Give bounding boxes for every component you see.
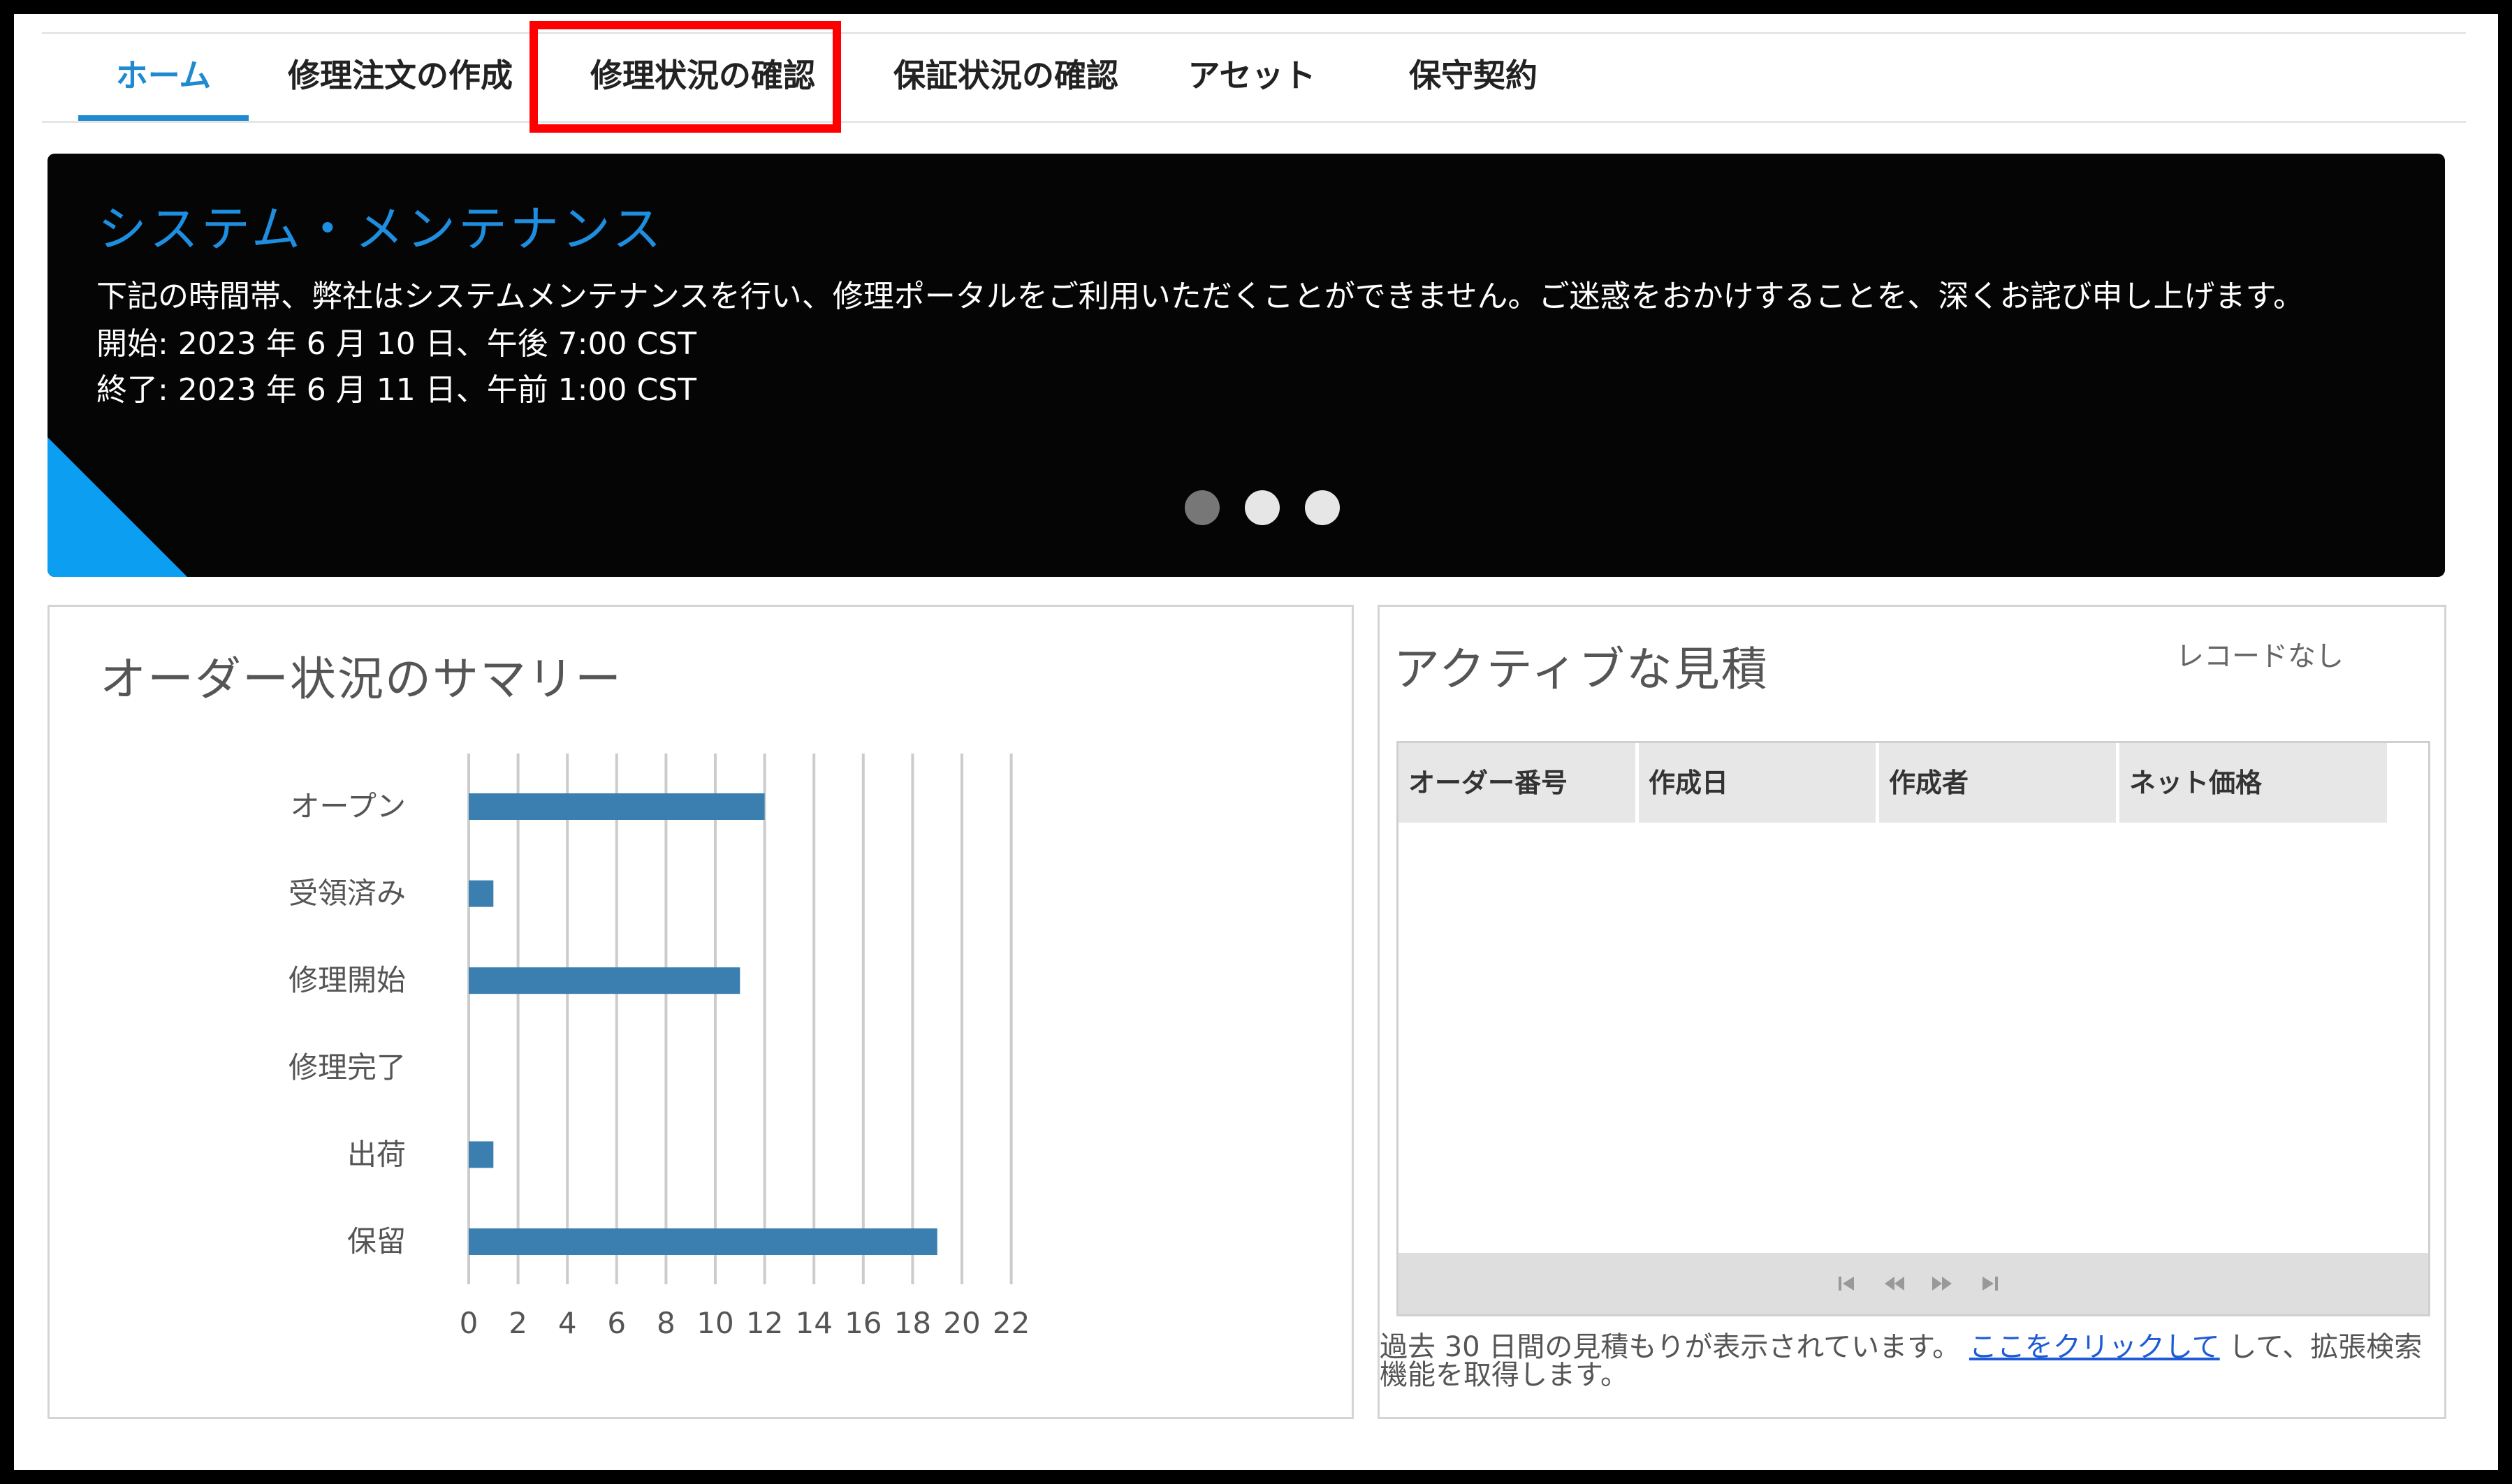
- table-pager: [1399, 1253, 2428, 1314]
- banner-message: 下記の時間帯、弊社はシステムメンテナンスを行い、修理ポータルをご利用いただくこと…: [96, 279, 2305, 314]
- category-label: 受領済み: [289, 876, 406, 911]
- tick-label: 22: [993, 1306, 1030, 1340]
- tick-label: 12: [746, 1306, 783, 1340]
- tab-highlight-box: [530, 21, 841, 133]
- tab-label: ホーム: [115, 57, 212, 94]
- tab-home[interactable]: ホーム: [78, 34, 249, 121]
- last-page-icon[interactable]: [1976, 1270, 2003, 1298]
- order-summary-panel: オーダー状況のサマリー オープン 受領済み 修理開始 修理完了 出荷 保留 0 2 4 6 8 10 1…: [48, 605, 1354, 1419]
- carousel-dot[interactable]: [1245, 490, 1280, 525]
- quotes-table: オーダー番号 作成日 作成者 ネット価格: [1396, 741, 2430, 1316]
- carousel-dot[interactable]: [1305, 490, 1340, 525]
- page-frame: ホーム 修理注文の作成 修理状況の確認 保証状況の確認 アセット 保守契約 シス…: [14, 14, 2498, 1470]
- tab-label: 保守契約: [1409, 57, 1538, 94]
- banner-title: システム・メンテナンス: [98, 200, 664, 258]
- category-label: オープン: [291, 789, 406, 823]
- category-label: 出荷: [347, 1137, 406, 1171]
- no-records-label: レコードなし: [2176, 640, 2344, 673]
- active-quotes-panel: アクティブな見積 レコードなし オーダー番号 作成日 作成者 ネット価格 過去 …: [1378, 605, 2446, 1419]
- tab-create-repair-order[interactable]: 修理注文の作成: [278, 34, 523, 121]
- bar[interactable]: [469, 1141, 494, 1168]
- expanded-search-link[interactable]: ここをクリックして: [1969, 1331, 2220, 1363]
- table-header: オーダー番号 作成日 作成者 ネット価格: [1399, 743, 2390, 823]
- category-label: 保留: [347, 1224, 406, 1258]
- tab-label: 保証状況の確認: [893, 57, 1118, 94]
- tick-label: 16: [845, 1306, 882, 1340]
- order-status-chart: オープン受領済み修理開始修理完了出荷保留 0 2 4 6 8 10 12 14 16 18 20 22: [289, 754, 1030, 1340]
- tick-label: 10: [696, 1306, 733, 1340]
- tick-label: 14: [795, 1306, 832, 1340]
- quotes-footer-note: 過去 30 日間の見積もりが表示されています。 ここをクリックして して、拡張検…: [1380, 1333, 2427, 1389]
- bar[interactable]: [469, 793, 765, 820]
- bar[interactable]: [469, 880, 494, 907]
- main-nav: ホーム 修理注文の作成 修理状況の確認 保証状況の確認 アセット 保守契約: [42, 32, 2466, 123]
- column-header-net-price[interactable]: ネット価格: [2119, 743, 2390, 823]
- column-header-created-date[interactable]: 作成日: [1639, 743, 1879, 823]
- tick-label: 6: [607, 1306, 626, 1340]
- tab-label: アセット: [1188, 57, 1316, 94]
- carousel-dot[interactable]: [1185, 490, 1220, 525]
- tab-assets[interactable]: アセット: [1182, 34, 1322, 121]
- tab-label: 修理注文の作成: [288, 57, 513, 94]
- tick-label: 18: [894, 1306, 931, 1340]
- previous-page-icon[interactable]: [1881, 1270, 1908, 1298]
- column-header-created-by[interactable]: 作成者: [1879, 743, 2119, 823]
- tick-label: 8: [657, 1306, 676, 1340]
- tick-label: 20: [943, 1306, 980, 1340]
- column-header-order-number[interactable]: オーダー番号: [1399, 743, 1639, 823]
- banner-start-time: 開始: 2023 年 6 月 10 日、午後 7:00 CST: [96, 326, 697, 362]
- category-label: 修理完了: [289, 1050, 406, 1085]
- tick-label: 4: [558, 1306, 577, 1340]
- tick-label: 0: [460, 1306, 479, 1340]
- tab-maintenance-contract[interactable]: 保守契約: [1397, 34, 1549, 121]
- banner-end-time: 終了: 2023 年 6 月 11 日、午前 1:00 CST: [96, 372, 697, 408]
- bar[interactable]: [469, 967, 740, 994]
- tab-warranty-status[interactable]: 保証状況の確認: [883, 34, 1129, 121]
- first-page-icon[interactable]: [1833, 1270, 1861, 1298]
- next-page-icon[interactable]: [1928, 1270, 1956, 1298]
- panel-title: アクティブな見積: [1394, 642, 1769, 696]
- tick-label: 2: [509, 1306, 527, 1340]
- banner-corner-decoration: [48, 437, 187, 577]
- active-tab-indicator: [78, 115, 249, 121]
- category-label: 修理開始: [289, 963, 406, 997]
- bar[interactable]: [469, 1228, 937, 1255]
- maintenance-banner: システム・メンテナンス 下記の時間帯、弊社はシステムメンテナンスを行い、修理ポー…: [48, 154, 2445, 577]
